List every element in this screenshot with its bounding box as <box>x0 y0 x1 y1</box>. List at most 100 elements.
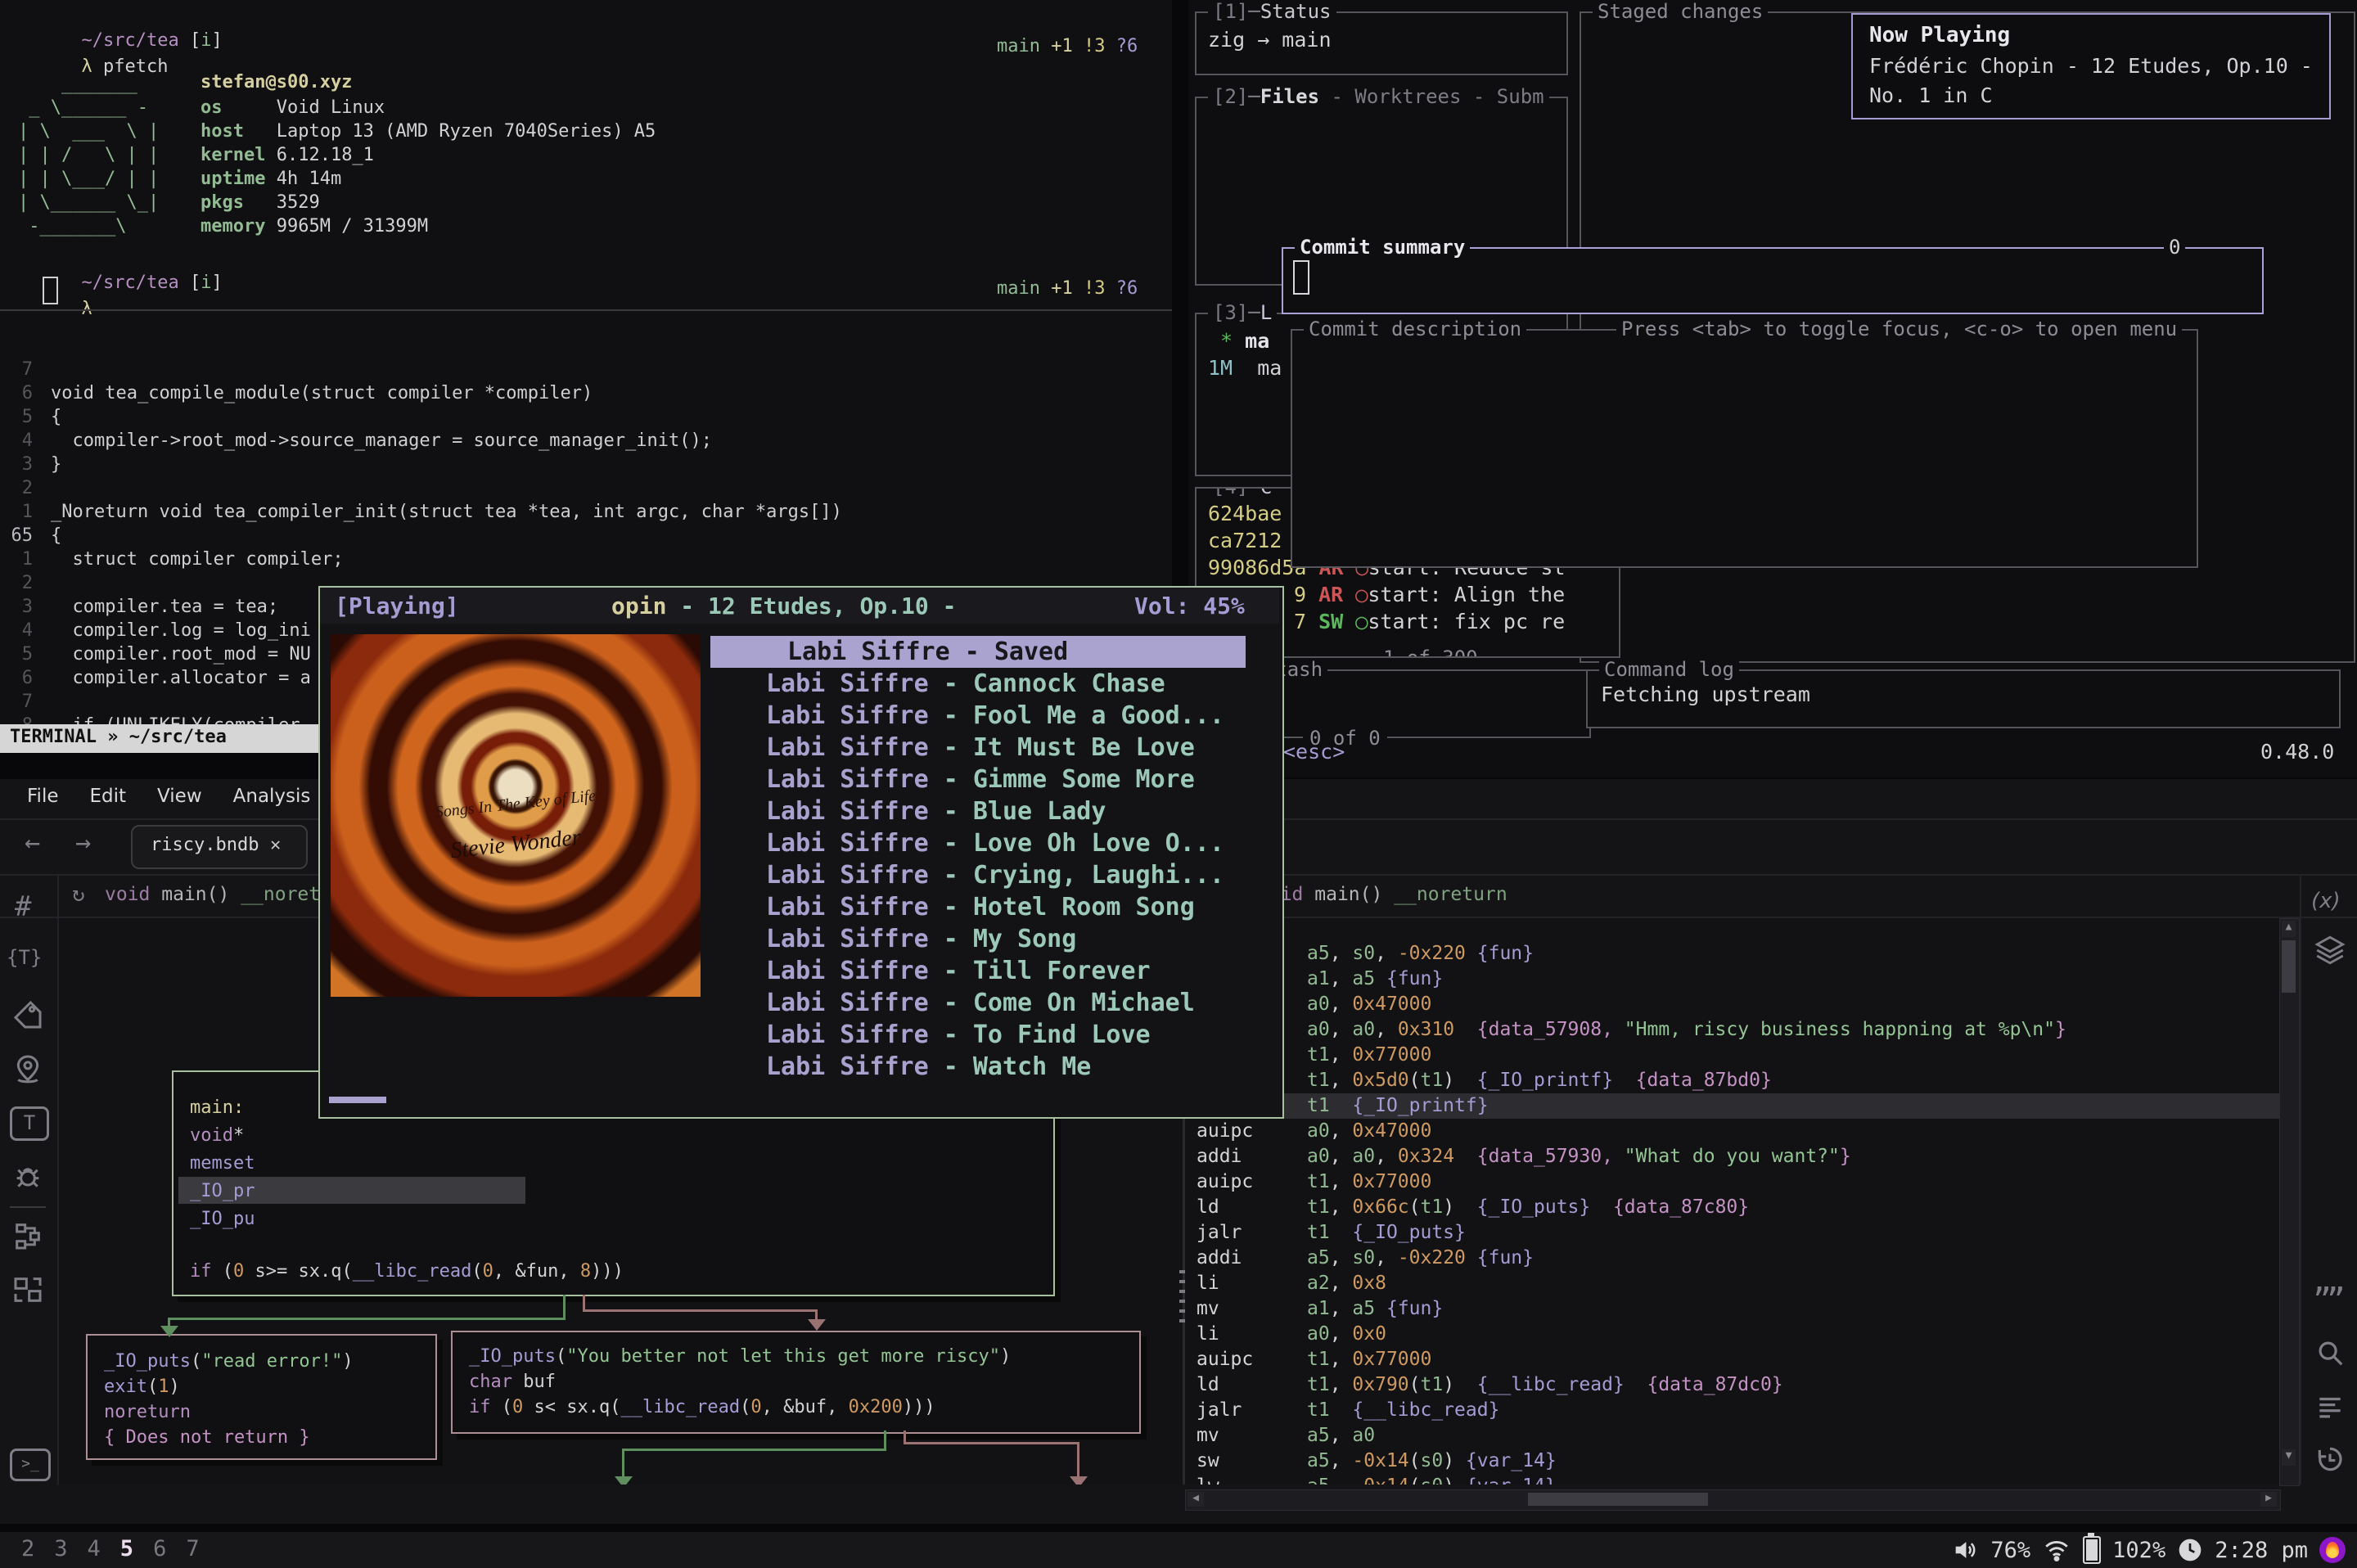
tray-app-icon[interactable] <box>2319 1537 2346 1563</box>
arrowhead-false-main <box>808 1319 826 1331</box>
graph-node-read-error-left[interactable]: _IO_puts("read error!")exit(1)noreturn{ … <box>86 1334 437 1460</box>
playlist-item[interactable]: Labi Siffre - Come On Michael <box>766 989 1195 1017</box>
disasm-vscrollbar[interactable]: ▲ ▼ <box>2279 918 2300 1486</box>
nav-forward-button[interactable]: → <box>75 827 91 858</box>
git-status-panel[interactable]: [1]─Status zig → main <box>1195 11 1568 75</box>
menu-file[interactable]: File <box>27 786 59 807</box>
graph-node-riscy[interactable]: _IO_puts("You better not let this get mo… <box>451 1331 1141 1434</box>
node-line: _IO_puts("read error!") <box>104 1349 354 1374</box>
menu-view[interactable]: View <box>157 786 202 807</box>
vscroll-thumb[interactable] <box>2282 940 2296 993</box>
tag-icon[interactable] <box>11 998 44 1031</box>
layers-icon[interactable] <box>2313 933 2347 967</box>
disasm-hscrollbar[interactable]: ◀ ▶ <box>1185 1489 2281 1511</box>
commit-summary-popup[interactable]: Commit summary 0 <box>1282 247 2264 314</box>
workspace-6[interactable]: 6 <box>153 1536 166 1561</box>
summary-char-count: 0 <box>2164 236 2185 259</box>
reanalyze-icon[interactable]: ↻ <box>72 882 85 907</box>
linear-view-icon[interactable] <box>2314 1391 2346 1422</box>
playlist-item[interactable]: Labi Siffre - Cannock Chase <box>766 669 1165 698</box>
terminal-split-divider <box>0 309 1172 311</box>
xrefs-quotes-icon[interactable]: ”” <box>2313 1282 2341 1318</box>
playlist-item[interactable]: Labi Siffre - Saved <box>787 638 1068 666</box>
playlist-item[interactable]: Labi Siffre - Watch Me <box>766 1052 1091 1081</box>
playlist-item[interactable]: Labi Siffre - Blue Lady <box>766 797 1106 826</box>
commit-row[interactable]: ca7212 <box>1208 527 1282 554</box>
workspace-4[interactable]: 4 <box>88 1536 101 1561</box>
edge-true-b <box>884 1431 886 1450</box>
scroll-up-button[interactable]: ▲ <box>2282 921 2296 937</box>
hint-esc[interactable]: <esc> <box>1283 738 1345 765</box>
player-state: [Playing] <box>335 593 459 620</box>
workspace-7[interactable]: 7 <box>186 1536 199 1561</box>
symbols-icon[interactable]: # <box>15 890 31 923</box>
notification-title: Now Playing <box>1869 23 2010 47</box>
playlist-item[interactable]: Labi Siffre - It Must Be Love <box>766 733 1195 762</box>
graph-hierarchy-icon[interactable] <box>11 1219 44 1252</box>
tab-close-icon[interactable]: ✕ <box>270 835 281 855</box>
variables-icon[interactable]: (x) <box>2311 889 2341 913</box>
playlist-item[interactable]: Labi Siffre - To Find Love <box>766 1021 1151 1049</box>
editor-line: 5{ <box>0 405 1172 429</box>
playlist-item[interactable]: Labi Siffre - Hotel Room Song <box>766 893 1195 921</box>
terminal-cursor[interactable] <box>43 277 58 304</box>
types-icon[interactable]: {T} <box>7 946 42 969</box>
scroll-left-button[interactable]: ◀ <box>1188 1492 1204 1507</box>
node-line: _IO_pu <box>190 1206 255 1232</box>
git-cmdlog-panel[interactable]: Command log Fetching upstream <box>1586 669 2341 728</box>
summary-cursor[interactable] <box>1293 260 1309 295</box>
menu-edit[interactable]: Edit <box>90 786 127 807</box>
debugger-bug-icon[interactable] <box>11 1160 44 1193</box>
playlist[interactable]: Labi Siffre - Saved Labi Siffre - Cannock… <box>320 636 1279 1083</box>
commit-row[interactable]: 624bae <box>1208 500 1282 527</box>
disassembly-pane[interactable]: a5, s0, -0x220 {fun}a1, a5 {fun}a0, 0x47… <box>1185 918 2279 1485</box>
playlist-item[interactable]: Labi Siffre - Crying, Laughi... <box>766 861 1224 890</box>
menu-analysis[interactable]: Analysis <box>233 786 311 807</box>
taskbar: 234567 76% 102% 2:28 pm <box>0 1532 2357 1568</box>
playlist-item[interactable]: Labi Siffre - Love Oh Love O... <box>766 829 1224 858</box>
playlist-item[interactable]: Labi Siffre - Gimme Some More <box>766 765 1195 794</box>
nav-back-button[interactable]: ← <box>25 827 40 858</box>
linear-func-header: void main() __noreturn <box>1258 884 1749 912</box>
workspace-3[interactable]: 3 <box>54 1536 67 1561</box>
node-line: memset <box>190 1151 255 1176</box>
workspace-2[interactable]: 2 <box>21 1536 34 1561</box>
editor-line: 4 compiler->root_mod->source_manager = s… <box>0 429 1172 453</box>
tab-riscy-bndb[interactable]: riscy.bndb ✕ <box>131 825 308 869</box>
player-progress-bar[interactable] <box>329 1097 386 1103</box>
wifi-icon[interactable] <box>2042 1536 2071 1564</box>
scroll-right-button[interactable]: ▶ <box>2260 1492 2277 1507</box>
workspace-switcher[interactable]: 234567 <box>21 1536 219 1561</box>
editor-line: 65{ <box>0 524 1172 547</box>
left-sidebar: # {T} T >_ <box>0 876 59 1485</box>
tray: 76% 102% 2:28 pm <box>1951 1532 2346 1568</box>
playlist-item[interactable]: Labi Siffre - Fool Me a Good... <box>766 701 1224 730</box>
commit-row[interactable]: 9 AR ◯start: Align the <box>1294 581 1565 608</box>
git-prompt-status: main +1 !3 ?6 <box>997 36 1138 56</box>
playlist-item[interactable]: Labi Siffre - Till Forever <box>766 957 1151 985</box>
now-playing-popup[interactable]: Now Playing Frédéric Chopin - 12 Etudes,… <box>1851 13 2331 119</box>
playlist-item[interactable]: Labi Siffre - My Song <box>766 925 1076 953</box>
commit-row[interactable]: 7 SW ◯start: fix pc re <box>1294 608 1565 635</box>
arrowhead-false-b <box>1070 1476 1088 1485</box>
strings-icon[interactable]: T <box>10 1106 49 1141</box>
commit-description-popup[interactable]: Commit description Press <tab> to toggle… <box>1291 329 2198 568</box>
scroll-down-button[interactable]: ▼ <box>2282 1449 2296 1466</box>
location-pin-icon[interactable] <box>11 1052 44 1085</box>
edge-false-main <box>583 1295 585 1311</box>
terminal-pane-icon[interactable]: >_ <box>10 1449 51 1481</box>
menubar[interactable]: File Edit View Analysis <box>27 786 341 818</box>
volume-icon[interactable] <box>1951 1536 1979 1564</box>
search-icon[interactable] <box>2314 1337 2346 1368</box>
graph-func-header: void main() __noreturn <box>105 884 321 912</box>
pfetch-ascii-logo: _______ _ \______ - | \ ___ \ | | | / \ … <box>18 72 159 238</box>
notification-line2: No. 1 in C <box>1869 83 1993 107</box>
editor-line: 3} <box>0 453 1172 476</box>
swap-view-icon[interactable] <box>11 1273 44 1306</box>
hscroll-thumb[interactable] <box>1528 1493 1708 1506</box>
workspace-5[interactable]: 5 <box>120 1536 133 1561</box>
history-icon[interactable] <box>2314 1444 2346 1475</box>
volume-level: 76% <box>1990 1538 2030 1563</box>
pfetch-fields: os Void Linuxhost Laptop 13 (AMD Ryzen 7… <box>201 96 656 238</box>
clock-time: 2:28 pm <box>2215 1538 2308 1563</box>
